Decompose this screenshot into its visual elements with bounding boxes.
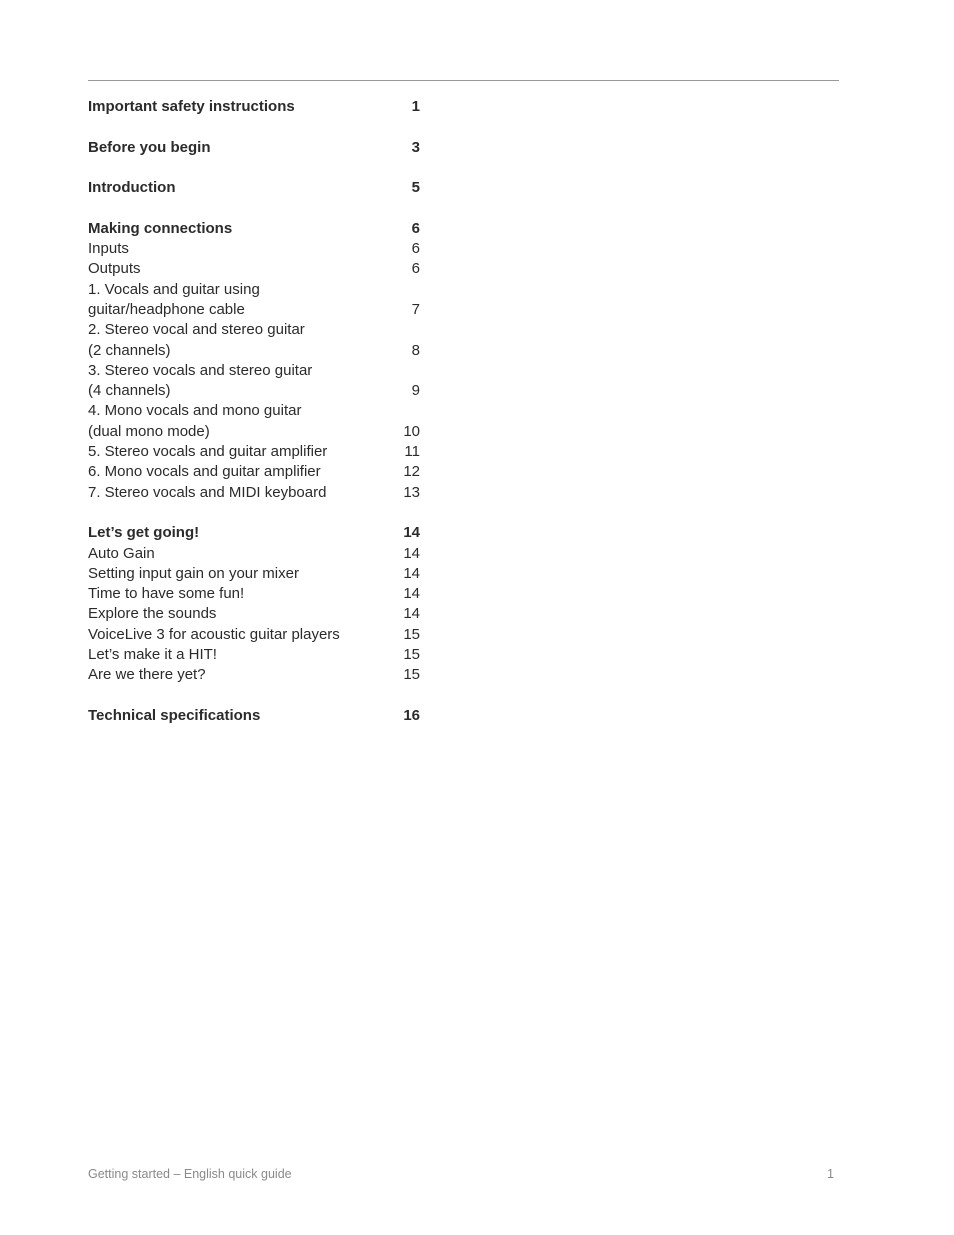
toc-entry[interactable]: Inputs 6 — [88, 239, 420, 259]
header-rule — [88, 80, 839, 81]
toc-section: Technical specifications 16 — [88, 706, 420, 726]
toc-heading-entry[interactable]: Introduction 5 — [88, 178, 420, 198]
footer-page-number: 1 — [827, 1167, 834, 1181]
toc-entry-title: 4. Mono vocals and mono guitar (dual mon… — [88, 402, 302, 440]
toc-entry-page: 15 — [403, 666, 420, 684]
toc-entry-title: Are we there yet? — [88, 666, 206, 684]
toc-entry-page: 14 — [403, 544, 420, 562]
toc-entry-page: 7 — [411, 300, 420, 318]
toc-entry-title: 3. Stereo vocals and stereo guitar (4 ch… — [88, 361, 313, 400]
toc-entry-title: VoiceLive 3 for acoustic guitar players — [88, 625, 340, 643]
toc-entry-page: 14 — [403, 605, 420, 623]
toc-entry[interactable]: Time to have some fun! 14 — [88, 584, 420, 604]
toc-section: Let’s get going! 14 Auto Gain 14 Setting inp… — [88, 523, 420, 685]
toc-entry[interactable]: 1. Vocals and guitar using guitar/headph… — [88, 280, 420, 321]
toc-entry-title: Outputs — [88, 260, 141, 278]
toc-entry-title: Introduction — [88, 179, 176, 197]
toc-heading-entry[interactable]: Important safety instructions 1 — [88, 97, 420, 117]
toc-heading-entry[interactable]: Let’s get going! 14 — [88, 523, 420, 543]
toc-entry-title: 6. Mono vocals and guitar amplifier — [88, 463, 321, 481]
toc-entry[interactable]: 6. Mono vocals and guitar amplifier 12 — [88, 462, 420, 482]
footer-title: Getting started – English quick guide — [88, 1167, 292, 1181]
toc-entry-page: 14 — [403, 564, 420, 582]
toc-entry[interactable]: Let’s make it a HIT! 15 — [88, 645, 420, 665]
toc-entry[interactable]: Setting input gain on your mixer 14 — [88, 564, 420, 584]
toc-entry[interactable]: 4. Mono vocals and mono guitar (dual mon… — [88, 401, 420, 442]
toc-entry-title: 7. Stereo vocals and MIDI keyboard — [88, 483, 327, 501]
toc-entry-page: 15 — [403, 625, 420, 643]
toc-entry[interactable]: Auto Gain 14 — [88, 544, 420, 564]
toc-entry-page: 13 — [403, 483, 420, 501]
toc-entry-page: 6 — [411, 240, 420, 258]
toc-entry-title: Making connections — [88, 219, 233, 237]
toc-heading-entry[interactable]: Technical specifications 16 — [88, 706, 420, 726]
toc-entry-title: Technical specifications — [88, 706, 261, 724]
toc-entry-page: 16 — [403, 706, 420, 724]
toc-entry-title: Let’s make it a HIT! — [88, 646, 217, 664]
toc-entry[interactable]: Are we there yet? 15 — [88, 665, 420, 685]
toc-heading-entry[interactable]: Making connections 6 — [88, 219, 420, 239]
toc-entry-title: 5. Stereo vocals and guitar amplifier — [88, 443, 328, 461]
toc-section: Making connections 6 Inputs 6 Outputs 6 1. Voc… — [88, 219, 420, 503]
toc-entry-title: 1. Vocals and guitar using guitar/headph… — [88, 280, 260, 318]
toc-section: Important safety instructions 1 — [88, 97, 420, 117]
toc-entry[interactable]: 7. Stereo vocals and MIDI keyboard 13 — [88, 483, 420, 503]
toc-entry-title: Explore the sounds — [88, 605, 217, 623]
toc-entry[interactable]: 5. Stereo vocals and guitar amplifier 11 — [88, 442, 420, 462]
toc-entry[interactable]: VoiceLive 3 for acoustic guitar players 1… — [88, 625, 420, 645]
toc-entry-page: 6 — [411, 260, 420, 278]
toc-entry-title: Setting input gain on your mixer — [88, 564, 299, 582]
toc-entry-page: 5 — [411, 179, 420, 197]
toc-entry[interactable]: 3. Stereo vocals and stereo guitar (4 ch… — [88, 361, 420, 402]
toc-entry[interactable]: Outputs 6 — [88, 259, 420, 279]
toc-entry-page: 1 — [411, 98, 420, 115]
toc-entry-title: Before you begin — [88, 138, 211, 156]
toc-entry-page: 14 — [403, 585, 420, 603]
toc-entry-title: Inputs — [88, 240, 129, 258]
toc-entry-page: 15 — [403, 646, 420, 664]
toc-entry-page: 14 — [403, 524, 420, 542]
toc-section: Introduction 5 — [88, 178, 420, 198]
toc-entry-title: Auto Gain — [88, 544, 155, 562]
toc-entry-page: 10 — [403, 422, 420, 440]
toc-entry-page: 12 — [403, 463, 420, 481]
toc-entry-page: 11 — [404, 443, 420, 461]
toc-entry-title: Time to have some fun! — [88, 585, 245, 603]
toc-entry[interactable]: 2. Stereo vocal and stereo guitar (2 cha… — [88, 320, 420, 361]
toc-entry-title: 2. Stereo vocal and stereo guitar (2 cha… — [88, 321, 305, 359]
toc-entry-title: Let’s get going! — [88, 524, 200, 542]
toc-section: Before you begin 3 — [88, 138, 420, 158]
toc-entry-title: Important safety instructions — [88, 98, 295, 115]
toc-entry-page: 6 — [411, 219, 420, 237]
toc-entry-page: 9 — [411, 382, 420, 400]
table-of-contents: Important safety instructions 1 Before you… — [88, 97, 420, 747]
toc-entry-page: 3 — [411, 138, 420, 156]
toc-entry[interactable]: Explore the sounds 14 — [88, 604, 420, 624]
toc-entry-page: 8 — [411, 341, 420, 359]
toc-heading-entry[interactable]: Before you begin 3 — [88, 138, 420, 158]
